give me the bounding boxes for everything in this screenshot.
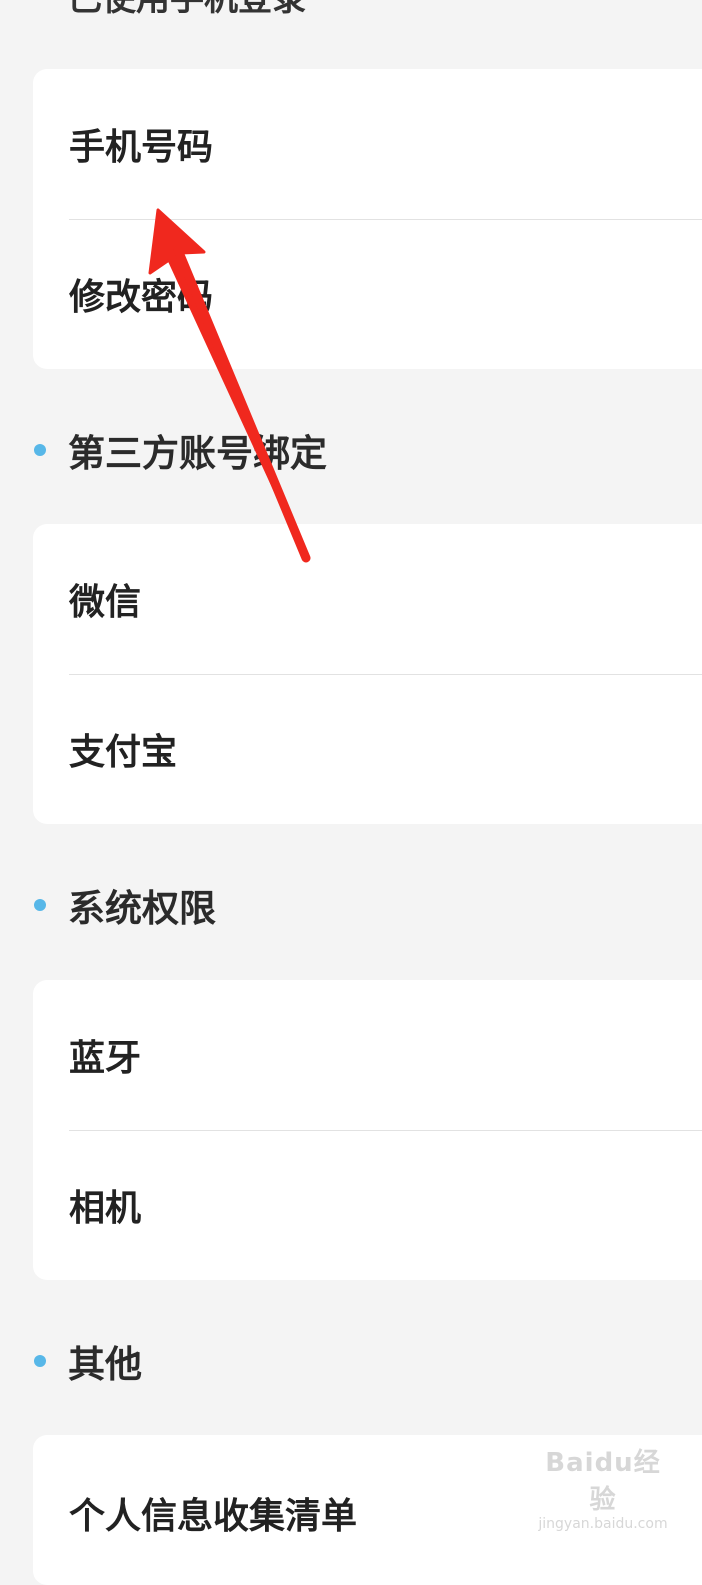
list-item-phone-number[interactable]: 手机号码: [33, 69, 702, 219]
list-item-label: 相机: [69, 1188, 142, 1229]
bullet-dot-icon: [34, 444, 46, 456]
section-title-third-party: 第三方账号绑定: [34, 425, 327, 475]
section-title-others: 其他: [34, 1336, 142, 1386]
list-item-label: 支付宝: [69, 732, 178, 773]
list-item-bluetooth[interactable]: 蓝牙: [33, 980, 702, 1130]
account-card: 手机号码 修改密码: [33, 69, 702, 369]
list-item-change-password[interactable]: 修改密码: [33, 219, 702, 369]
list-item-label: 微信: [69, 582, 142, 623]
bullet-dot-icon: [34, 1355, 46, 1367]
watermark-url: jingyan.baidu.com: [538, 1516, 668, 1532]
list-item-label: 手机号码: [69, 127, 214, 168]
list-item-wechat[interactable]: 微信: [33, 524, 702, 674]
list-item-alipay[interactable]: 支付宝: [33, 674, 702, 824]
section-label: 第三方账号绑定: [68, 432, 327, 475]
baidu-jingyan-watermark: Baidu经验 jingyan.baidu.com: [538, 1442, 668, 1532]
login-status-heading: 已使用手机登录: [68, 0, 306, 16]
settings-page: 已使用手机登录 手机号码 修改密码 第三方账号绑定 微信 支付宝 系统权限 蓝牙…: [0, 0, 702, 1585]
system-permissions-card: 蓝牙 相机: [33, 980, 702, 1280]
bullet-dot-icon: [34, 899, 46, 911]
watermark-logo: Baidu经验: [545, 1448, 661, 1515]
list-item-camera[interactable]: 相机: [33, 1130, 702, 1280]
third-party-card: 微信 支付宝: [33, 524, 702, 824]
list-item-label: 蓝牙: [69, 1038, 142, 1079]
list-item-label: 修改密码: [69, 277, 214, 318]
section-title-system-permissions: 系统权限: [34, 880, 216, 930]
section-label: 其他: [68, 1343, 142, 1386]
section-label: 系统权限: [68, 887, 216, 930]
list-item-label: 个人信息收集清单: [69, 1496, 358, 1537]
